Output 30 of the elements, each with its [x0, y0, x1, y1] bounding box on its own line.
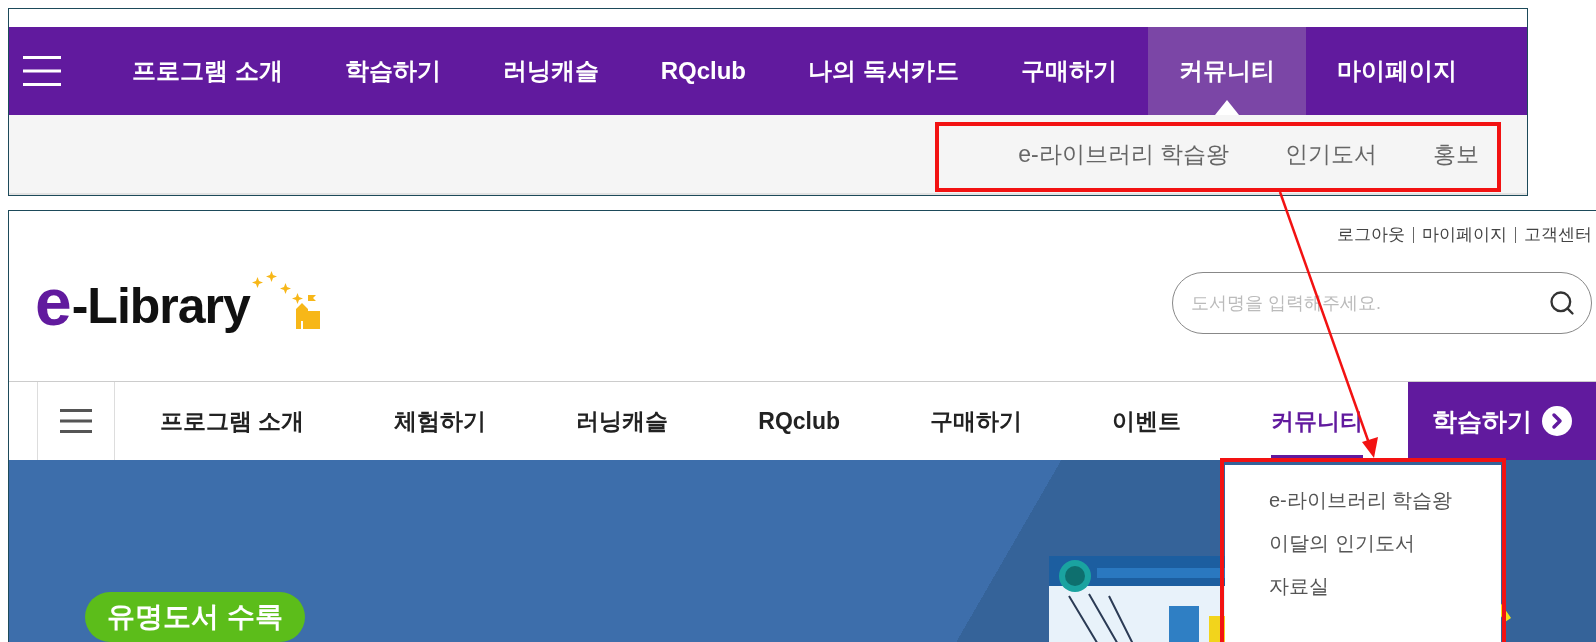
- menu-tab[interactable]: 구매하기: [930, 382, 1023, 460]
- study-button[interactable]: 학습하기: [1408, 382, 1596, 460]
- menu-tab[interactable]: 러닝캐슬: [576, 382, 669, 460]
- menu-tab[interactable]: 이벤트: [1112, 382, 1181, 460]
- menu-icon[interactable]: [23, 56, 61, 86]
- menu-tab[interactable]: RQclub: [629, 27, 777, 115]
- menu-icon: [60, 409, 92, 433]
- menu-tab[interactable]: 커뮤니티: [1147, 27, 1306, 115]
- menu-tab[interactable]: 체험하기: [394, 382, 487, 460]
- header-link[interactable]: 마이페이지: [1422, 223, 1507, 246]
- logo-mark: e: [35, 276, 72, 329]
- menu-tab[interactable]: 러닝캐슬: [471, 27, 630, 115]
- menu-tab[interactable]: RQclub: [758, 382, 841, 460]
- menu-tab[interactable]: 마이페이지: [1305, 27, 1488, 115]
- dropdown-item[interactable]: 자료실: [1269, 573, 1501, 600]
- chevron-icon: [1542, 406, 1572, 436]
- menu-tab[interactable]: 프로그램 소개: [160, 382, 305, 460]
- banner-badge: 유명도서 수록: [85, 592, 305, 642]
- submenu-item[interactable]: 인기도서: [1285, 138, 1377, 170]
- search-icon[interactable]: [1548, 289, 1576, 317]
- submenu-item[interactable]: 홍보: [1433, 138, 1479, 170]
- submenu-item[interactable]: e-라이브러리 학습왕: [1018, 138, 1229, 170]
- dropdown-item[interactable]: 이달의 인기도서: [1269, 530, 1501, 557]
- menu-tab[interactable]: 프로그램 소개: [101, 27, 314, 115]
- header-link[interactable]: 로그아웃: [1337, 223, 1405, 246]
- dropdown-item[interactable]: e-라이브러리 학습왕: [1269, 487, 1501, 514]
- menu-tab[interactable]: 나의 독서카드: [777, 27, 990, 115]
- header-link[interactable]: 고객센터: [1524, 223, 1592, 246]
- menu-tab[interactable]: 학습하기: [313, 27, 472, 115]
- menu-tab[interactable]: 구매하기: [989, 27, 1148, 115]
